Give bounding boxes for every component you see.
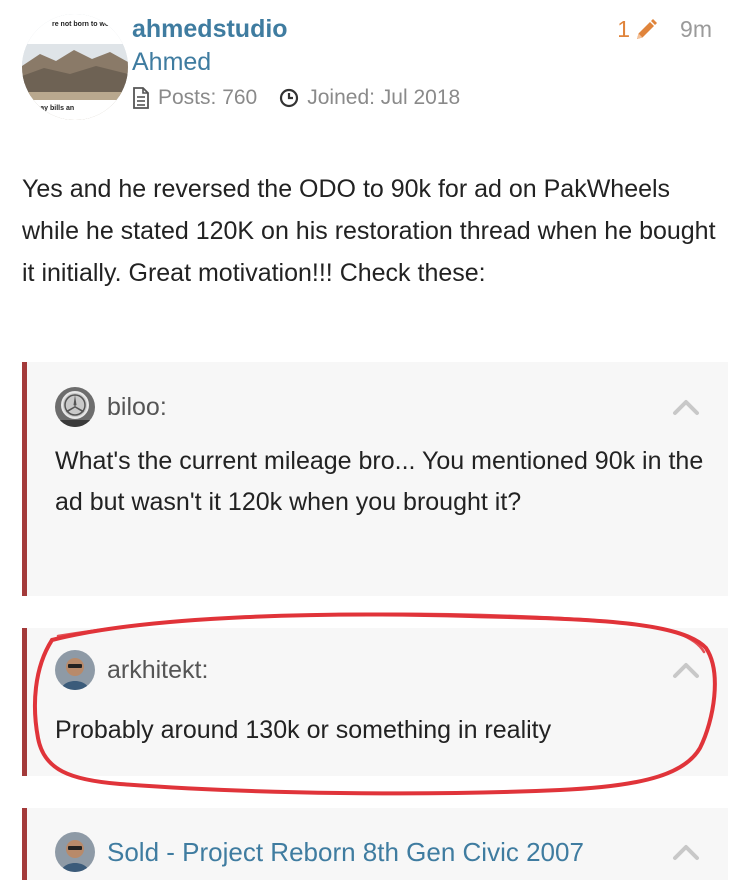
person-photo-avatar	[55, 650, 95, 690]
post-time[interactable]: 9m	[680, 16, 712, 43]
quote-user-avatar[interactable]	[55, 832, 95, 872]
post-meta: 1 9m	[617, 16, 712, 43]
author-username[interactable]: ahmedstudio	[132, 14, 460, 44]
clock-icon	[280, 88, 299, 108]
joined-date: Joined: Jul 2018	[307, 86, 461, 109]
pencil-icon[interactable]	[634, 18, 658, 42]
quote-username[interactable]: biloo:	[107, 393, 167, 422]
quote-username[interactable]: arkhitekt:	[107, 656, 208, 685]
chevron-up-icon[interactable]	[672, 661, 700, 679]
author-avatar[interactable]: re not born to work pay bills an	[22, 14, 128, 120]
topic-quote-block: Sold - Project Reborn 8th Gen Civic 2007	[22, 808, 728, 880]
post-body: Yes and he reversed the ODO to 90k for a…	[22, 175, 716, 287]
quote-text: What's the current mileage bro... You me…	[55, 447, 704, 516]
topic-link[interactable]: Sold - Project Reborn 8th Gen Civic 2007	[107, 837, 584, 868]
quote-header: arkhitekt:	[27, 628, 728, 690]
author-stats: Posts: 760 Joined: Jul 2018	[132, 86, 460, 110]
avatar-caption-bottom: pay bills an	[36, 105, 74, 112]
document-icon	[133, 87, 149, 109]
quote-header: Sold - Project Reborn 8th Gen Civic 2007	[27, 808, 728, 872]
author-info: ahmedstudio Ahmed Posts: 760 Joined: Jul…	[132, 14, 460, 110]
quote-user-avatar[interactable]	[55, 387, 95, 427]
mercedes-logo-avatar	[55, 387, 95, 427]
quote-block: arkhitekt: Probably around 130k or somet…	[22, 628, 728, 776]
chevron-up-icon[interactable]	[672, 398, 700, 416]
quote-user-avatar[interactable]	[55, 650, 95, 690]
quote-block: biloo: What's the current mileage bro...…	[22, 362, 728, 596]
landscape-avatar-image: re not born to work pay bills an	[22, 14, 128, 120]
posts-stat: Posts: 760	[132, 86, 257, 110]
edit-count[interactable]: 1	[617, 16, 630, 43]
avatar-caption-top: re not born to work	[52, 21, 116, 28]
quote-header: biloo:	[27, 362, 728, 427]
posts-count: Posts: 760	[158, 86, 258, 109]
person-photo-avatar	[55, 832, 95, 872]
joined-stat: Joined: Jul 2018	[279, 86, 460, 110]
chevron-up-icon[interactable]	[672, 843, 700, 861]
quote-text: Probably around 130k or something in rea…	[55, 716, 552, 744]
author-fullname[interactable]: Ahmed	[132, 46, 460, 78]
